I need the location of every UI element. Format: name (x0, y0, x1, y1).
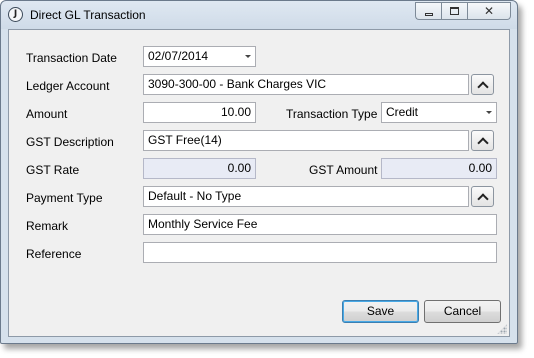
remark-value: Monthly Service Fee (148, 217, 258, 231)
gst-rate-field: 0.00 (143, 158, 256, 179)
transaction-date-value: 02/07/2014 (148, 49, 209, 63)
remark-field[interactable]: Monthly Service Fee (143, 214, 497, 235)
title-bar[interactable]: J Direct GL Transaction ✕ (1, 1, 517, 29)
transaction-type-label: Transaction Type (286, 107, 378, 121)
minimize-button[interactable] (415, 2, 441, 20)
amount-label: Amount (26, 107, 68, 121)
payment-type-value: Default - No Type (148, 189, 242, 203)
form-panel: Transaction Date 02/07/2014 Ledger Accou… (8, 29, 510, 337)
gst-rate-label: GST Rate (26, 163, 80, 177)
save-button[interactable]: Save (342, 300, 419, 323)
app-logo-icon: J (8, 7, 23, 22)
chevron-down-icon[interactable] (486, 111, 492, 114)
resize-grip-icon[interactable] (497, 324, 507, 334)
gst-description-lookup-button[interactable] (471, 130, 494, 151)
gst-amount-field: 0.00 (381, 158, 497, 179)
gst-description-label: GST Description (26, 135, 114, 149)
close-button[interactable]: ✕ (467, 2, 511, 20)
transaction-type-value: Credit (386, 105, 419, 119)
transaction-type-select[interactable]: Credit (381, 102, 497, 123)
reference-field[interactable] (143, 242, 497, 263)
ledger-account-lookup-button[interactable] (471, 74, 494, 95)
cancel-button[interactable]: Cancel (424, 300, 501, 323)
remark-label: Remark (26, 219, 69, 233)
ledger-account-value: 3090-300-00 - Bank Charges VIC (148, 77, 327, 91)
transaction-date-label: Transaction Date (26, 51, 117, 65)
window-title: Direct GL Transaction (30, 8, 146, 22)
payment-type-field[interactable]: Default - No Type (143, 186, 469, 207)
chevron-up-icon (476, 136, 489, 149)
minimize-icon (424, 12, 433, 16)
ledger-account-label: Ledger Account (26, 79, 110, 93)
amount-value: 10.00 (220, 105, 251, 119)
close-icon: ✕ (483, 4, 495, 18)
amount-field[interactable]: 10.00 (143, 102, 256, 123)
payment-type-lookup-button[interactable] (471, 186, 494, 207)
payment-type-label: Payment Type (26, 191, 103, 205)
gst-rate-value: 0.00 (227, 161, 251, 175)
gst-description-field[interactable]: GST Free(14) (143, 130, 469, 151)
transaction-date-picker[interactable]: 02/07/2014 (143, 46, 256, 67)
ledger-account-field[interactable]: 3090-300-00 - Bank Charges VIC (143, 74, 469, 95)
window-controls: ✕ (415, 2, 511, 21)
maximize-icon (450, 7, 459, 15)
gst-amount-label: GST Amount (309, 163, 378, 177)
chevron-up-icon (476, 80, 489, 93)
gst-amount-value: 0.00 (468, 161, 492, 175)
gst-description-value: GST Free(14) (148, 133, 222, 147)
maximize-button[interactable] (441, 2, 467, 20)
reference-label: Reference (26, 247, 82, 261)
chevron-down-icon[interactable] (245, 55, 251, 58)
direct-gl-transaction-dialog: J Direct GL Transaction ✕ Transaction Da… (0, 0, 518, 344)
chevron-up-icon (476, 192, 489, 205)
